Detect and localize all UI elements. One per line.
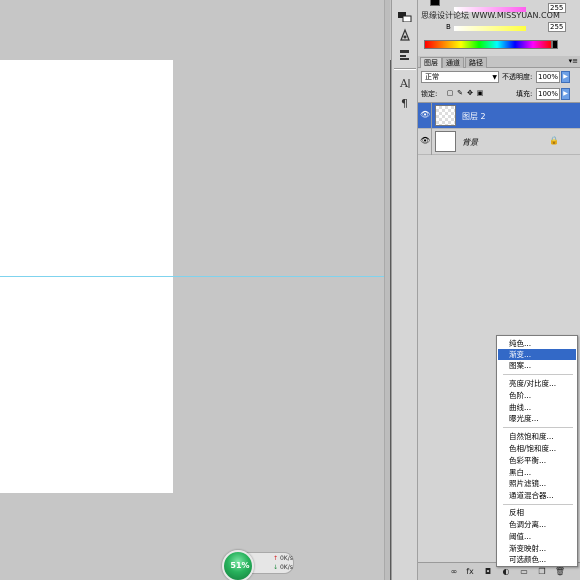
menu-item-color-balance[interactable]: 色彩平衡... — [498, 455, 576, 466]
menu-item-channel-mixer[interactable]: 通道混合器... — [498, 490, 576, 501]
fill-slider-button[interactable]: ▶ — [561, 88, 570, 100]
blend-mode-select[interactable]: 正常 ▼ — [421, 71, 499, 83]
watermark-text: 思缘设计论坛 WWW.MISSYUAN.COM — [421, 11, 560, 20]
eye-icon[interactable]: 👁 — [420, 136, 430, 146]
download-arrow-icon: ↓ — [273, 564, 279, 571]
upload-arrow-icon: ↑ — [273, 555, 279, 562]
menu-item-invert[interactable]: 反相 — [498, 507, 576, 518]
lock-all-icon[interactable]: ▣ — [476, 89, 484, 97]
link-layers-icon[interactable]: ∞ — [448, 566, 460, 578]
menu-item-black-white[interactable]: 黑白... — [498, 467, 576, 478]
layer-style-icon[interactable]: fx — [464, 566, 476, 578]
layer-thumbnail — [435, 131, 456, 152]
panel-menu-icon[interactable]: ▾≡ — [569, 57, 578, 65]
lock-icon: 🔒 — [549, 136, 559, 145]
brush-presets-icon[interactable] — [396, 26, 414, 44]
layer-row-background[interactable]: 👁 背景 🔒 — [418, 129, 580, 155]
clone-source-icon[interactable] — [396, 46, 414, 64]
layer-row-layer-2[interactable]: 👁 图层 2 — [418, 103, 580, 129]
lock-row: 锁定: ▢ ✎ ✥ ▣ 填充: 100% ▶ — [418, 87, 580, 101]
new-group-icon[interactable]: ▭ — [518, 566, 530, 578]
color-slider-value[interactable]: 255 — [548, 22, 566, 32]
trash-icon[interactable]: 🗑 — [554, 566, 566, 578]
adjustment-layer-menu: 纯色... 渐变... 图案... 亮度/对比度... 色阶... 曲线... … — [496, 335, 578, 567]
menu-item-selective-color[interactable]: 可选颜色... — [498, 554, 576, 565]
tab-paths[interactable]: 路径 — [465, 57, 487, 68]
layers-panel-tabs: 图层 通道 路径 ▾≡ — [418, 56, 580, 68]
menu-item-posterize[interactable]: 色调分离... — [498, 519, 576, 530]
layer-thumbnail — [435, 105, 456, 126]
menu-item-pattern[interactable]: 图案... — [498, 360, 576, 371]
upload-speed-value: 0K/s — [279, 555, 293, 562]
menu-item-exposure[interactable]: 曝光度... — [498, 413, 576, 424]
panel-icons-dock: A ¶ — [391, 0, 417, 580]
upload-speed: ↑ 0K/s — [273, 555, 293, 562]
adjustment-layer-icon[interactable]: ◐ — [500, 566, 512, 578]
menu-item-solid-color[interactable]: 纯色... — [498, 338, 576, 349]
menu-separator — [503, 427, 573, 428]
canvas-area[interactable] — [0, 0, 390, 580]
black-white-swatch[interactable] — [552, 40, 558, 49]
menu-separator — [503, 504, 573, 505]
guide-line[interactable] — [0, 276, 384, 277]
blend-mode-value: 正常 — [425, 73, 439, 81]
svg-text:A: A — [399, 77, 409, 90]
eye-icon[interactable]: 👁 — [420, 110, 430, 120]
menu-item-gradient-map[interactable]: 渐变映射... — [498, 543, 576, 554]
network-speed-widget[interactable]: ↑ 0K/s ↓ 0K/s 51% — [222, 550, 294, 580]
lock-label: 锁定: — [421, 90, 438, 98]
character-icon[interactable]: A — [396, 74, 414, 92]
menu-item-vibrance[interactable]: 自然饱和度... — [498, 431, 576, 442]
download-speed: ↓ 0K/s — [273, 564, 293, 571]
fill-input[interactable]: 100% — [536, 88, 560, 100]
opacity-label: 不透明度: — [502, 73, 533, 81]
layer-name[interactable]: 图层 2 — [462, 111, 486, 122]
color-slider-row: B 255 — [446, 22, 566, 33]
paragraph-icon[interactable]: ¶ — [396, 94, 414, 112]
menu-item-photo-filter[interactable]: 照片滤镜... — [498, 478, 576, 489]
color-panel: 255 思缘设计论坛 WWW.MISSYUAN.COM B 255 — [418, 0, 580, 54]
blend-row: 正常 ▼ 不透明度: 100% ▶ — [418, 69, 580, 85]
menu-item-brightness-contrast[interactable]: 亮度/对比度... — [498, 378, 576, 389]
chevron-down-icon: ▼ — [492, 74, 497, 81]
opacity-input[interactable]: 100% — [536, 71, 560, 83]
dock-separator — [390, 60, 391, 580]
lock-position-icon[interactable]: ✥ — [466, 89, 474, 97]
layer-name[interactable]: 背景 — [462, 137, 478, 148]
new-layer-icon[interactable]: ❐ — [536, 566, 548, 578]
slider-label: B — [446, 23, 451, 31]
memory-usage-ball[interactable]: 51% — [222, 550, 254, 580]
menu-item-threshold[interactable]: 阈值... — [498, 531, 576, 542]
add-mask-icon[interactable]: ◘ — [482, 566, 494, 578]
tab-layers[interactable]: 图层 — [420, 57, 442, 68]
color-swatch-icon[interactable] — [396, 8, 414, 26]
menu-item-curves[interactable]: 曲线... — [498, 402, 576, 413]
opacity-slider-button[interactable]: ▶ — [561, 71, 570, 83]
lock-transparency-icon[interactable]: ▢ — [446, 89, 454, 97]
foreground-color-swatch[interactable] — [430, 0, 440, 6]
lock-pixels-icon[interactable]: ✎ — [456, 89, 464, 97]
svg-text:¶: ¶ — [401, 97, 408, 110]
menu-item-gradient[interactable]: 渐变... — [498, 349, 576, 360]
download-speed-value: 0K/s — [279, 564, 293, 571]
menu-separator — [503, 374, 573, 375]
menu-item-levels[interactable]: 色阶... — [498, 390, 576, 401]
menu-item-hue-saturation[interactable]: 色相/饱和度... — [498, 443, 576, 454]
fill-label: 填充: — [516, 90, 533, 98]
memory-usage-percent: 51% — [230, 561, 250, 570]
color-slider[interactable] — [454, 26, 526, 31]
color-spectrum-bar[interactable] — [424, 40, 552, 49]
tab-channels[interactable]: 通道 — [442, 57, 464, 68]
